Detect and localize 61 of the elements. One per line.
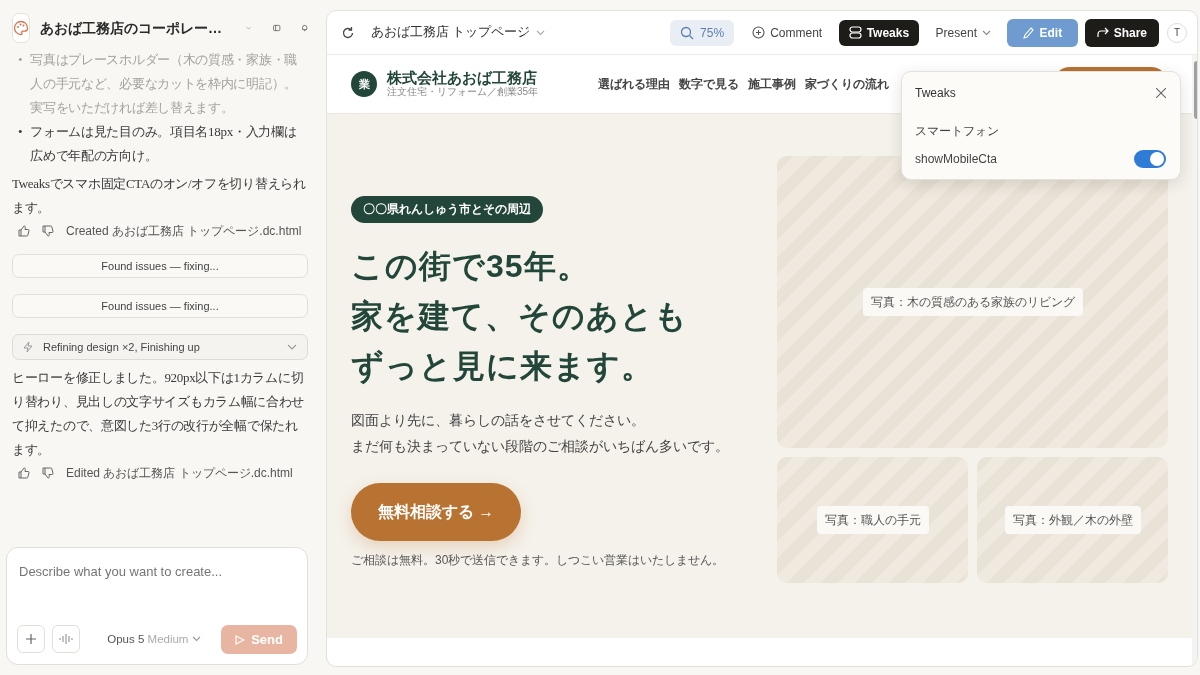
status-pill: Found issues — fixing... [12,294,308,318]
bullet-marker: • [18,123,23,141]
add-button[interactable] [17,625,45,654]
page-title[interactable]: あおば工務店 トップページ [371,23,531,42]
file-activity[interactable]: Created あおば工務店 トップページ.dc.html [66,222,302,240]
photo-caption: 写真：職人の手元 [816,506,929,534]
thumbs-up-icon[interactable] [18,225,30,237]
prompt-field[interactable]: Describe what you want to create... Opus 5 Medium Send [6,547,308,665]
plus-icon [26,634,36,645]
sidebar-toggle-icon[interactable] [273,22,281,34]
thumbs-up-icon[interactable] [18,467,30,479]
pencil-icon [1023,26,1035,39]
cta-note: ご相談は無料。30秒で送信できます。しつこい営業はいたしません。 [351,551,726,569]
nav-link[interactable]: 数字で見る [679,75,739,93]
status-pill: Found issues — fixing... [12,254,308,278]
reload-icon[interactable] [341,25,355,40]
nav-link[interactable]: 施工事例 [748,75,796,93]
section-label: スマートフォン [915,123,1000,140]
toggle-label: showMobileCta [915,151,998,168]
photo-caption: 写真：外観／木の外壁 [1004,506,1141,534]
palette-icon [13,20,29,36]
caret-icon [981,29,991,36]
toggles-icon [848,26,862,39]
comment-button[interactable]: Comment [742,19,833,46]
panel-title: Tweaks [915,85,956,102]
logo-mark: 業 [351,71,377,97]
photo-caption: 写真：木の質感のある家族のリビング [862,288,1083,316]
app-icon[interactable] [12,13,30,43]
file-activity[interactable]: Edited あおば工務店 トップページ.dc.html [66,464,293,482]
thumbs-down-icon[interactable] [42,225,54,237]
bullet-item: フォームは見た目のみ。項目名18px・入力欄は広めで年配の方向け。 [30,123,298,165]
thumbs-down-icon[interactable] [42,467,54,479]
company-name[interactable]: 株式会社あおば工務店 [387,70,539,86]
share-arrow-icon [1096,27,1109,38]
bullet-marker: • [18,51,23,69]
present-button[interactable]: Present [925,19,1001,46]
bullet-item: 写真はプレースホルダー（木の質感・家族・職人の手元など、必要なカットを枠内に明記）。実写をいただければ差し替えます。 [30,51,298,117]
search-icon [680,25,695,40]
consultation-button[interactable]: 無料相談する → [351,483,521,541]
tweaks-button[interactable]: Tweaks [838,19,920,46]
nav-link[interactable]: 選ばれる理由 [598,75,670,93]
project-title[interactable]: あおば工務店のコーポレー… [40,17,222,39]
company-tagline: 注文住宅・リフォーム／創業35年 [387,86,539,98]
model-name[interactable]: Opus 5 [107,630,145,648]
close-icon[interactable] [1156,88,1166,98]
comment-icon [752,26,766,39]
waveform-icon [58,634,73,645]
hero-headline: この街で35年。 家を建て、そのあとも ずっと見に来ます。 [351,247,689,387]
caret-icon[interactable] [536,29,546,36]
hero-lead: 図面より先に、暮らしの話をさせてください。 まだ何も決まっていない段階のご相談がいちばん多いです。 [351,411,730,457]
zoom-control[interactable]: 75% [670,19,735,46]
send-icon [235,635,246,646]
caret-icon[interactable] [191,636,201,643]
chat-paragraph: ヒーローを修正しました。920px以下は1カラムに切り替わり、見出しの文字サイズもカラム幅に合わせて抑えたので、意図した3行の改行が全幅で保たれます。 [12,369,306,459]
bolt-icon [23,341,33,353]
progress-summary[interactable]: Refining design ×2, Finishing up [12,334,308,360]
area-tag: 〇〇県れんしゅう市とその周辺 [351,196,543,224]
chat-paragraph: Tweaksでスマホ固定CTAのオン/オフを切り替えられます。 [12,175,307,217]
share-button[interactable]: Share [1084,18,1159,47]
nav-link[interactable]: 家づくりの流れ [805,75,889,93]
toggle-switch[interactable] [1134,150,1166,168]
